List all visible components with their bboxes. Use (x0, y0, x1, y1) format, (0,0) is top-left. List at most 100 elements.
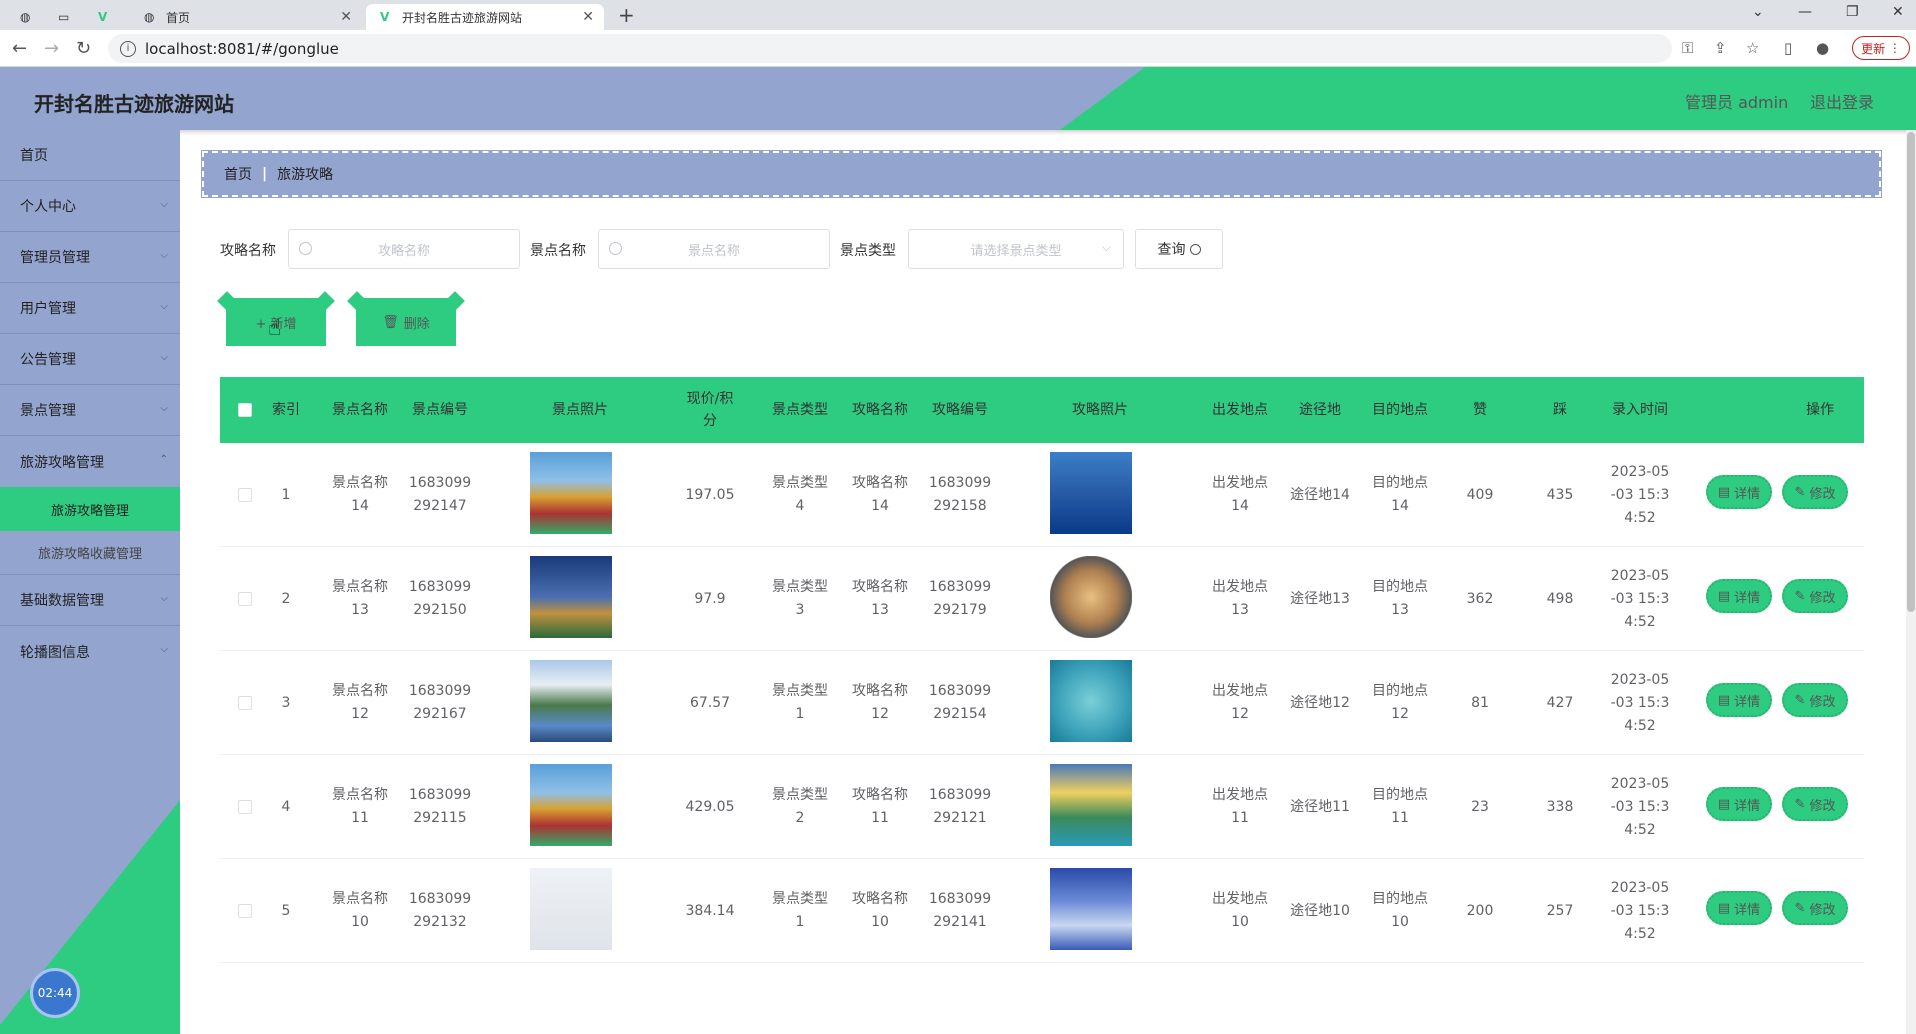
edit-button[interactable]: ✎ 修改 (1782, 891, 1848, 925)
edit-button[interactable]: ✎ 修改 (1782, 787, 1848, 821)
col-price: 现价/积 分 (686, 391, 734, 429)
col-created: 录入时间 (1612, 402, 1668, 418)
query-button[interactable]: 查询 (1135, 229, 1223, 269)
sidebar-item-label: 个人中心 (20, 199, 76, 215)
breadcrumb-current: 旅游攻略 (277, 167, 334, 183)
col-guide-no: 攻略编号 (932, 402, 988, 418)
guide-photo[interactable] (1050, 660, 1132, 742)
select-all-checkbox[interactable] (238, 403, 252, 417)
sidebar-item-carousel[interactable]: 轮播图信息 ⌵ (0, 626, 180, 677)
spot-name-input[interactable]: 景点名称 (598, 229, 830, 269)
cell-idx: 4 (281, 798, 291, 815)
chevron-down-icon: ⌵ (160, 403, 168, 414)
back-icon[interactable]: ← (12, 38, 27, 59)
sidebar-item-notices[interactable]: 公告管理 ⌵ (0, 334, 180, 385)
cell-no: 1683099 292167 (408, 683, 472, 722)
pinned-tab-globe-icon[interactable]: ◍ (20, 4, 30, 30)
close-icon[interactable]: ✕ (582, 9, 594, 25)
reload-icon[interactable]: ↻ (76, 38, 91, 59)
guide-photo[interactable] (1050, 868, 1132, 950)
trash-icon: 🗑 (382, 314, 399, 330)
star-icon[interactable]: ☆ (1746, 39, 1759, 57)
logout-link[interactable]: 退出登录 (1810, 89, 1874, 113)
info-icon[interactable]: i (120, 40, 136, 57)
spot-photo[interactable] (530, 556, 612, 638)
sidebar-item-guides[interactable]: 旅游攻略管理 ⌃ (0, 436, 180, 487)
scrollbar[interactable] (1906, 130, 1916, 1034)
edit-icon: ✎ (1794, 692, 1806, 708)
sidebar-item-label: 用户管理 (20, 301, 76, 317)
table-row: 4 景点名称 11 1683099 292115 429.05 景点类型 2 攻略名称 1… (220, 755, 1864, 859)
row-checkbox[interactable] (238, 592, 252, 606)
row-checkbox[interactable] (238, 696, 252, 710)
guide-photo[interactable] (1050, 764, 1132, 846)
cell-to: 目的地点 11 (1372, 787, 1428, 826)
edit-label: 修改 (1809, 486, 1836, 502)
sidebar-item-label: 公告管理 (20, 352, 76, 368)
sidebar-item-label: 轮播图信息 (20, 644, 90, 661)
detail-button[interactable]: ▤ 详情 (1706, 475, 1772, 509)
edit-icon: ✎ (1794, 484, 1806, 500)
cell-no: 1683099 292115 (408, 787, 472, 826)
row-checkbox[interactable] (238, 800, 252, 814)
guide-photo[interactable] (1050, 556, 1132, 638)
pinned-tab-blank-icon[interactable]: ▭ (58, 4, 69, 30)
cell-type: 景点类型 2 (772, 787, 828, 826)
detail-button[interactable]: ▤ 详情 (1706, 891, 1772, 925)
sidebar-item-home[interactable]: 首页 (0, 130, 180, 181)
spot-type-select[interactable]: 请选择景点类型 ⌵ (908, 229, 1124, 269)
cell-cai: 498 (1546, 590, 1574, 607)
close-icon[interactable]: ✕ (340, 9, 352, 25)
detail-label: 详情 (1734, 902, 1761, 918)
sidebar-item-admins[interactable]: 管理员管理 ⌵ (0, 232, 180, 283)
spot-photo[interactable] (530, 660, 612, 742)
tab-search-icon[interactable]: ⌄ (1752, 4, 1764, 20)
admin-user: 管理员 admin (1685, 93, 1789, 112)
spot-photo[interactable] (530, 452, 612, 534)
cell-type: 景点类型 4 (772, 475, 828, 514)
forward-icon[interactable]: → (44, 38, 59, 59)
row-checkbox[interactable] (238, 488, 252, 502)
query-label: 查询 (1157, 242, 1186, 258)
clock-widget[interactable]: 02:44 (30, 968, 80, 1018)
scrollbar-thumb[interactable] (1907, 132, 1915, 612)
sidebar-subitem-guides[interactable]: 旅游攻略管理 (0, 487, 180, 531)
guide-name-input[interactable]: 攻略名称 (288, 229, 520, 269)
sidebar-item-users[interactable]: 用户管理 ⌵ (0, 283, 180, 334)
edit-button[interactable]: ✎ 修改 (1782, 579, 1848, 613)
edit-button[interactable]: ✎ 修改 (1782, 475, 1848, 509)
tab-active[interactable]: V 开封名胜古迹旅游网站 ✕ (366, 4, 604, 30)
edit-button[interactable]: ✎ 修改 (1782, 683, 1848, 717)
key-icon[interactable]: ⚿ (1682, 39, 1693, 57)
tab-home[interactable]: ◍ 首页 ✕ (130, 4, 362, 30)
guide-photo[interactable] (1050, 452, 1132, 534)
sidebar-item-spots[interactable]: 景点管理 ⌵ (0, 385, 180, 436)
detail-button[interactable]: ▤ 详情 (1706, 579, 1772, 613)
cell-no: 1683099 292147 (408, 475, 472, 514)
sidebar-item-personal[interactable]: 个人中心 ⌵ (0, 181, 180, 232)
breadcrumb-home[interactable]: 首页 (224, 164, 252, 184)
delete-button[interactable]: 🗑 删除 (356, 298, 456, 346)
minimize-button[interactable]: — (1798, 4, 1812, 20)
detail-label: 详情 (1734, 694, 1761, 710)
row-checkbox[interactable] (238, 904, 252, 918)
col-spot-no: 景点编号 (412, 402, 468, 418)
profile-icon[interactable]: ● (1816, 39, 1829, 57)
sidebar-subitem-guide-favorites[interactable]: 旅游攻略收藏管理 (0, 531, 180, 575)
pinned-tab-vue-icon[interactable]: V (98, 4, 107, 30)
sidepanel-icon[interactable]: ▯ (1784, 39, 1792, 57)
sidebar-item-basic-data[interactable]: 基础数据管理 ⌵ (0, 575, 180, 626)
close-window-button[interactable]: ✕ (1892, 4, 1904, 20)
share-icon[interactable]: ⇪ (1714, 39, 1727, 57)
spot-photo[interactable] (530, 868, 612, 950)
url-field[interactable]: i localhost:8081/#/gonglue (108, 34, 1672, 63)
cell-zan: 200 (1466, 902, 1494, 919)
detail-button[interactable]: ▤ 详情 (1706, 787, 1772, 821)
new-tab-button[interactable]: + (618, 3, 635, 27)
search-label-guide-name: 攻略名称 (220, 243, 276, 259)
restore-button[interactable]: ❐ (1846, 4, 1859, 20)
spot-photo[interactable] (530, 764, 612, 846)
document-icon: ▤ (1717, 796, 1731, 812)
detail-button[interactable]: ▤ 详情 (1706, 683, 1772, 717)
update-button[interactable]: 更新 ⋮ (1852, 36, 1910, 60)
